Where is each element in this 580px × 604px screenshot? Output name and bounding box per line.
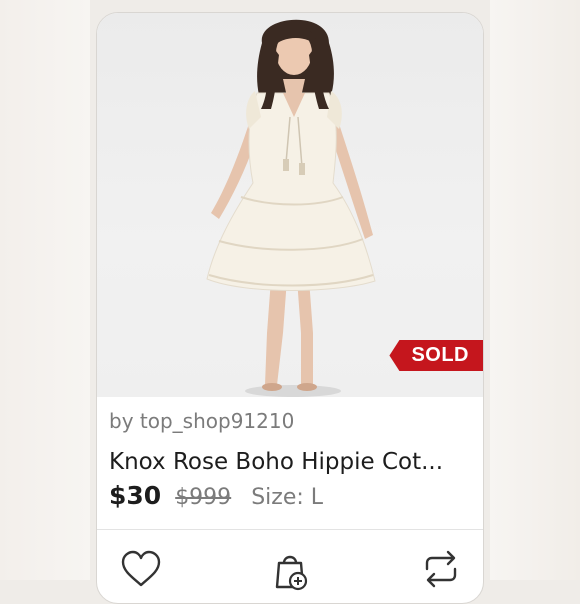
page-background-left — [0, 0, 90, 580]
sold-badge: SOLD — [389, 340, 483, 371]
page-background-right — [490, 0, 580, 580]
seller-username[interactable]: by top_shop91210 — [109, 409, 294, 433]
add-to-bundle-button[interactable] — [269, 549, 313, 593]
listing-title[interactable]: Knox Rose Boho Hippie Cot... — [109, 449, 477, 475]
heart-icon — [121, 550, 161, 587]
listing-card[interactable]: SOLD by top_shop91210 Knox Rose Boho Hip… — [96, 12, 484, 604]
original-price: $999 — [175, 485, 232, 510]
size-label: Size: L — [251, 485, 324, 510]
divider — [97, 529, 483, 530]
model-in-dress-image — [206, 19, 376, 397]
listing-photo[interactable]: SOLD — [97, 13, 483, 397]
like-button[interactable] — [119, 549, 163, 593]
repost-icon — [425, 550, 457, 588]
shopping-bag-plus-icon — [275, 555, 308, 591]
share-button[interactable] — [419, 549, 463, 593]
price-row: $30 $999 Size: L — [109, 481, 323, 510]
listing-price: $30 — [109, 481, 162, 510]
